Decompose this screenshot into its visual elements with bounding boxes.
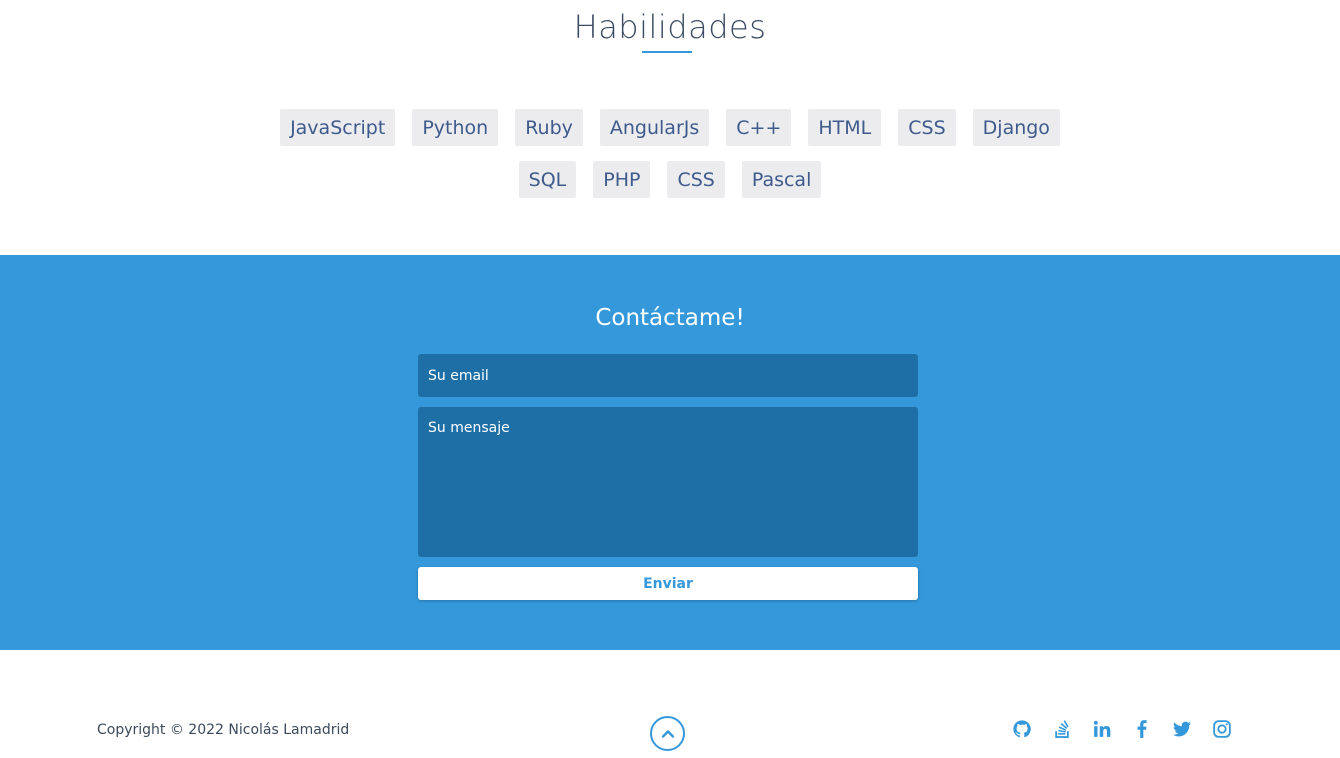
skills-title: Habilidades bbox=[573, 8, 767, 46]
skill-tag: HTML bbox=[808, 109, 882, 146]
scroll-top-button[interactable] bbox=[650, 716, 685, 751]
linkedin-icon[interactable] bbox=[1092, 719, 1112, 739]
github-icon[interactable] bbox=[1012, 719, 1032, 739]
contact-title: Contáctame! bbox=[595, 305, 745, 331]
skill-tag: JavaScript bbox=[280, 109, 396, 146]
title-underline bbox=[642, 51, 692, 53]
email-input[interactable] bbox=[418, 354, 918, 397]
facebook-icon[interactable] bbox=[1132, 719, 1152, 739]
skill-tag: Ruby bbox=[515, 109, 583, 146]
copyright-text: Copyright © 2022 Nicolás Lamadrid bbox=[97, 722, 350, 738]
skill-tag: AngularJs bbox=[599, 109, 710, 146]
skills-section: Habilidades JavaScript Python Ruby Angul… bbox=[0, 0, 1340, 255]
footer: Copyright © 2022 Nicolás Lamadrid bbox=[0, 650, 1340, 758]
skill-tag: PHP bbox=[593, 161, 651, 198]
twitter-icon[interactable] bbox=[1172, 719, 1192, 739]
contact-section: Contáctame! Enviar bbox=[0, 255, 1340, 650]
send-button[interactable]: Enviar bbox=[418, 567, 918, 600]
skill-tag: Pascal bbox=[741, 161, 822, 198]
skills-row-2: SQL PHP CSS Pascal bbox=[0, 161, 1340, 198]
social-links bbox=[1012, 719, 1232, 739]
stackoverflow-icon[interactable] bbox=[1052, 719, 1072, 739]
skill-tag: CSS bbox=[667, 161, 725, 198]
message-textarea[interactable] bbox=[418, 407, 918, 557]
skill-tag: SQL bbox=[518, 161, 577, 198]
skill-tag: Python bbox=[412, 109, 499, 146]
skills-row-1: JavaScript Python Ruby AngularJs C++ HTM… bbox=[0, 109, 1340, 146]
instagram-icon[interactable] bbox=[1212, 719, 1232, 739]
chevron-up-icon bbox=[661, 729, 674, 738]
skill-tag: CSS bbox=[898, 109, 956, 146]
skill-tag: Django bbox=[972, 109, 1060, 146]
skill-tag: C++ bbox=[726, 109, 792, 146]
